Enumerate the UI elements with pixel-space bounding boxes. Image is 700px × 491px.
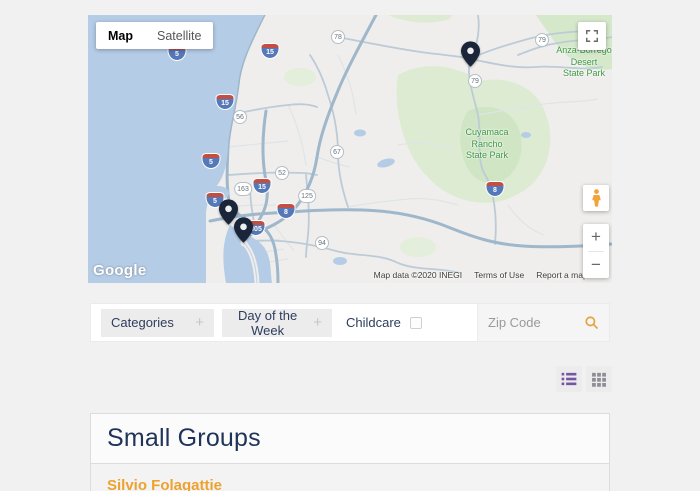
list-view-button[interactable] — [556, 366, 582, 392]
terms-of-use-link[interactable]: Terms of Use — [474, 270, 524, 280]
google-logo: Google — [93, 262, 146, 279]
results-heading: Small Groups — [107, 424, 593, 453]
day-of-week-filter-label: Day of the Week — [232, 308, 303, 338]
result-row[interactable]: Silvio Folagattie — [91, 464, 609, 491]
categories-filter-label: Categories — [111, 315, 174, 330]
childcare-label: Childcare — [346, 315, 401, 330]
zoom-control: + − — [583, 224, 609, 278]
zoom-out-button[interactable]: − — [583, 252, 609, 279]
zoom-in-button[interactable]: + — [583, 224, 609, 251]
view-toggles — [88, 366, 612, 392]
map-type-satellite-button[interactable]: Satellite — [145, 29, 213, 43]
pegman-icon — [590, 189, 603, 207]
map-marker-pin[interactable] — [234, 217, 253, 248]
childcare-filter: Childcare — [346, 315, 422, 330]
filter-bar: Categories + Day of the Week + Childcare — [90, 303, 610, 342]
search-icon — [584, 315, 599, 330]
grid-view-button[interactable] — [586, 366, 612, 392]
plus-icon: + — [313, 314, 322, 331]
pegman-button[interactable] — [583, 185, 609, 211]
result-name-link[interactable]: Silvio Folagattie — [107, 477, 222, 491]
zip-code-field — [477, 304, 609, 341]
list-view-icon — [560, 370, 578, 388]
results-header: Small Groups — [91, 414, 609, 464]
map-type-map-button[interactable]: Map — [96, 29, 145, 43]
childcare-checkbox[interactable] — [410, 317, 422, 329]
page: Anza-BorregoDesertState ParkCuyamacaRanc… — [0, 0, 612, 491]
zip-code-input[interactable] — [488, 315, 584, 330]
grid-view-icon — [590, 370, 608, 388]
plus-icon: + — [195, 314, 204, 331]
fullscreen-icon — [585, 29, 599, 43]
fullscreen-button[interactable] — [578, 22, 606, 50]
map-container[interactable]: Anza-BorregoDesertState ParkCuyamacaRanc… — [88, 15, 612, 283]
map-markers-layer — [88, 15, 612, 283]
map-data-text: Map data ©2020 INEGI — [374, 270, 462, 280]
map-attribution: Map data ©2020 INEGI Terms of Use Report… — [374, 270, 608, 280]
map-type-control: Map Satellite — [96, 22, 213, 49]
zip-search-button[interactable] — [584, 315, 599, 330]
day-of-week-filter-button[interactable]: Day of the Week + — [222, 309, 332, 337]
categories-filter-button[interactable]: Categories + — [101, 309, 214, 337]
results-card: Small Groups Silvio Folagattie — [90, 413, 610, 491]
map-marker-pin[interactable] — [461, 41, 480, 72]
